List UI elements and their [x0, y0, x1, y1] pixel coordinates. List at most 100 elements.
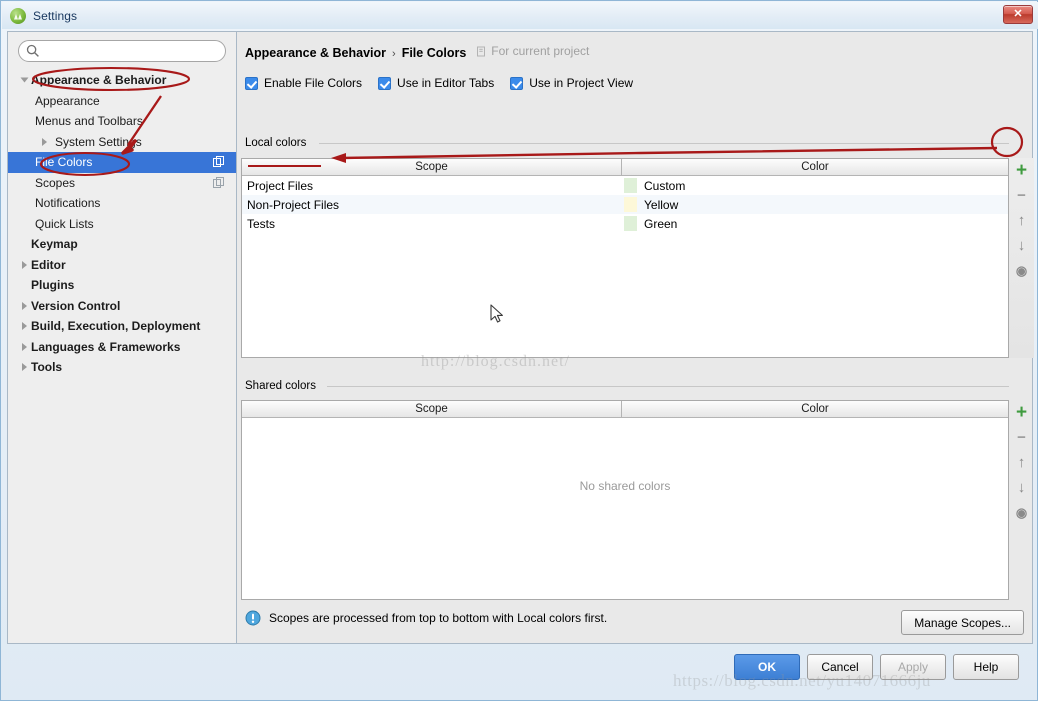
checkbox-use-in-project-view[interactable]: Use in Project View	[510, 76, 633, 90]
title-bar: Settings ✕	[2, 2, 1038, 29]
copy-settings-icon[interactable]	[213, 156, 225, 168]
sidebar-item-languages-frameworks[interactable]: Languages & Frameworks	[8, 337, 236, 358]
local-colors-rule	[319, 143, 1009, 144]
cancel-button[interactable]: Cancel	[807, 654, 873, 680]
settings-tree: Appearance & Behavior Appearance Menus and…	[8, 70, 236, 378]
unshare-icon: ◉	[1015, 505, 1028, 520]
checkbox-label: Use in Editor Tabs	[397, 76, 495, 90]
column-header-color[interactable]: Color	[622, 159, 1008, 175]
sidebar-item-appearance-behavior[interactable]: Appearance & Behavior	[8, 70, 236, 91]
local-colors-group-label: Local colors	[245, 137, 313, 149]
sidebar-item-label: Languages & Frameworks	[31, 339, 181, 354]
cell-scope-text: Non-Project Files	[247, 197, 340, 212]
move-up-icon: ↑	[1017, 454, 1026, 471]
chevron-right-icon[interactable]	[18, 361, 31, 374]
sidebar-item-label: Appearance & Behavior	[31, 73, 167, 88]
sidebar-item-scopes[interactable]: Scopes	[8, 173, 236, 194]
project-scope-note: For current project	[476, 44, 589, 58]
color-swatch	[624, 216, 637, 231]
sidebar-item-label: File Colors	[35, 155, 93, 170]
local-colors-table-header: Scope Color	[242, 159, 1008, 176]
project-scope-icon	[477, 46, 486, 56]
local-colors-add-button[interactable]: +	[1009, 158, 1034, 183]
breadcrumb-parent[interactable]: Appearance & Behavior	[245, 46, 386, 60]
sidebar-item-file-colors[interactable]: File Colors	[8, 152, 236, 173]
window-title: Settings	[33, 8, 78, 23]
chevron-right-icon[interactable]	[18, 340, 31, 353]
move-down-icon: ↓	[1017, 479, 1026, 496]
sidebar-item-system-settings[interactable]: System Settings	[8, 132, 236, 153]
checkbox-indicator[interactable]	[245, 76, 258, 90]
remove-icon: −	[1017, 187, 1026, 204]
sidebar-item-label: Appearance	[35, 93, 100, 108]
column-header-scope[interactable]: Scope	[242, 159, 622, 175]
cell-scope-tests[interactable]: Tests	[242, 217, 622, 231]
chevron-right-icon[interactable]	[18, 299, 31, 312]
sidebar-item-label: Scopes	[35, 175, 76, 190]
search-box[interactable]	[18, 40, 226, 62]
sidebar-item-plugins[interactable]: Plugins	[8, 275, 236, 296]
sidebar-item-build-execution-deployment[interactable]: Build, Execution, Deployment	[8, 316, 236, 337]
close-icon[interactable]: ✕	[1003, 5, 1033, 24]
cell-color-text: Custom	[644, 178, 686, 193]
chevron-down-icon[interactable]	[18, 74, 31, 87]
sidebar-item-label: System Settings	[55, 134, 142, 149]
shared-colors-move-down-button: ↓	[1009, 475, 1034, 500]
column-header-color[interactable]: Color	[622, 401, 1008, 417]
settings-sidebar: Appearance & Behavior Appearance Menus and…	[8, 32, 237, 643]
sidebar-item-label: Keymap	[31, 237, 78, 252]
cell-color-tests[interactable]: Green	[622, 216, 1008, 231]
checkbox-label: Use in Project View	[529, 76, 634, 90]
shared-colors-remove-button: −	[1009, 425, 1034, 450]
info-icon	[245, 610, 261, 626]
sidebar-item-keymap[interactable]: Keymap	[8, 234, 236, 255]
color-swatch	[624, 178, 637, 193]
remove-icon: −	[1017, 429, 1026, 446]
chevron-right-icon[interactable]	[18, 320, 31, 333]
sidebar-item-label: Tools	[31, 360, 63, 375]
add-icon: +	[1015, 402, 1028, 423]
checkbox-indicator[interactable]	[378, 76, 392, 90]
chevron-right-icon[interactable]	[18, 258, 31, 271]
checkbox-use-in-editor-tabs[interactable]: Use in Editor Tabs	[378, 76, 494, 90]
shared-colors-toolbar: + − ↑ ↓ ◉	[1009, 400, 1034, 600]
sidebar-item-editor[interactable]: Editor	[8, 255, 236, 276]
cell-color-project-files[interactable]: Custom	[622, 178, 1008, 193]
shared-colors-unshare-button: ◉	[1009, 500, 1034, 525]
sidebar-item-menus-and-toolbars[interactable]: Menus and Toolbars	[8, 111, 236, 132]
chevron-right-icon[interactable]	[38, 135, 51, 148]
local-colors-toolbar: + − ↑ ↓ ◉	[1009, 158, 1034, 358]
cell-scope-non-project-files[interactable]: Non-Project Files	[242, 198, 622, 212]
help-button[interactable]: Help	[953, 654, 1019, 680]
local-colors-move-up-button: ↑	[1009, 208, 1034, 233]
search-input[interactable]	[18, 40, 226, 62]
cell-color-non-project-files[interactable]: Yellow	[622, 197, 1008, 212]
copy-settings-icon[interactable]	[213, 176, 225, 189]
table-row[interactable]: Tests Green	[242, 214, 1008, 233]
checkbox-indicator[interactable]	[510, 76, 524, 90]
cell-color-text: Yellow	[644, 197, 679, 212]
ok-button[interactable]: OK	[734, 654, 800, 680]
sidebar-item-notifications[interactable]: Notifications	[8, 193, 236, 214]
cell-scope-text: Tests	[247, 216, 276, 231]
column-header-scope[interactable]: Scope	[242, 401, 622, 417]
sidebar-item-quick-lists[interactable]: Quick Lists	[8, 214, 236, 235]
sidebar-item-version-control[interactable]: Version Control	[8, 296, 236, 317]
shared-colors-table[interactable]: Scope Color No shared colors	[241, 400, 1009, 600]
manage-scopes-button[interactable]: Manage Scopes...	[901, 610, 1024, 635]
shared-colors-group-label: Shared colors	[245, 380, 322, 392]
dialog-footer: OK Cancel Apply Help	[2, 643, 1038, 699]
sidebar-item-appearance[interactable]: Appearance	[8, 91, 236, 112]
project-scope-label: For current project	[491, 44, 590, 58]
checkbox-enable-file-colors[interactable]: Enable File Colors	[245, 76, 362, 90]
local-colors-table[interactable]: Scope Color Project Files Custom Non-Proje…	[241, 158, 1009, 358]
checkbox-label: Enable File Colors	[264, 76, 363, 90]
shared-colors-add-button[interactable]: +	[1009, 400, 1034, 425]
android-studio-icon	[10, 7, 26, 24]
sidebar-item-tools[interactable]: Tools	[8, 357, 236, 378]
cell-scope-project-files[interactable]: Project Files	[242, 179, 622, 193]
table-row[interactable]: Non-Project Files Yellow	[242, 195, 1008, 214]
table-row[interactable]: Project Files Custom	[242, 176, 1008, 195]
